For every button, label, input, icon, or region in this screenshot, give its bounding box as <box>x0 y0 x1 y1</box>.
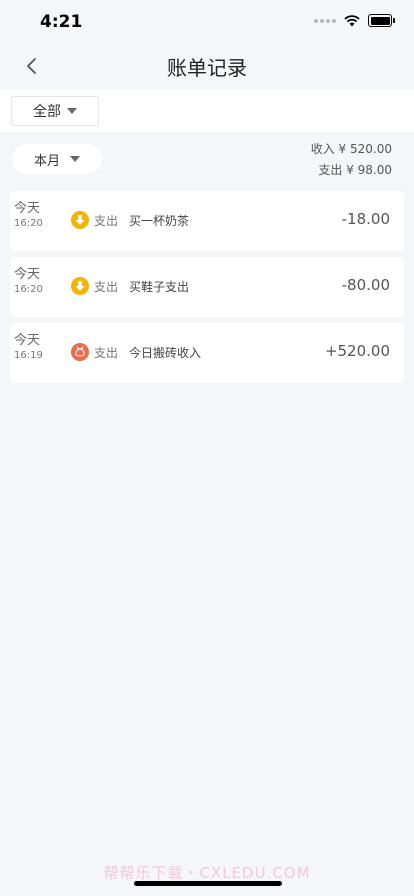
period-filter-dropdown[interactable]: 本月 <box>12 144 102 174</box>
record-item[interactable]: 今天 16:20 支出 买鞋子支出 -80.00 <box>10 257 404 317</box>
record-day: 今天 <box>14 201 41 216</box>
expense-down-arrow-icon <box>71 277 89 295</box>
record-description: 买鞋子支出 <box>129 280 190 294</box>
summary-totals: 收入 ¥ 520.00 支出 ¥ 98.00 <box>311 139 392 181</box>
record-time: 16:20 <box>14 218 43 229</box>
nav-bar: 账单记录 <box>0 44 414 88</box>
dropdown-arrow-icon <box>70 156 80 162</box>
record-description: 买一杯奶茶 <box>129 214 190 228</box>
page-title: 账单记录 <box>167 56 247 80</box>
cellular-signal-icon <box>314 18 336 23</box>
dropdown-arrow-icon <box>67 108 77 114</box>
home-indicator[interactable] <box>134 881 282 886</box>
record-time: 16:20 <box>14 284 43 295</box>
watermark: 帮帮乐下载・CXLEDU.COM <box>103 864 311 882</box>
filter-bar: 全部 <box>0 90 414 132</box>
category-filter-label: 全部 <box>33 104 61 120</box>
record-type: 支出 <box>94 214 119 228</box>
expense-down-arrow-icon <box>71 211 89 229</box>
record-description: 今日搬砖收入 <box>129 346 202 360</box>
record-amount: -80.00 <box>341 276 390 294</box>
record-item[interactable]: 今天 16:19 支出 今日搬砖收入 +520.00 <box>10 323 404 383</box>
record-time: 16:19 <box>14 350 43 361</box>
record-type: 支出 <box>94 280 119 294</box>
record-item[interactable]: 今天 16:20 支出 买一杯奶茶 -18.00 <box>10 191 404 251</box>
expense-total: 支出 ¥ 98.00 <box>318 163 392 177</box>
period-filter-label: 本月 <box>33 153 60 169</box>
income-total: 收入 ¥ 520.00 <box>310 142 392 156</box>
record-day: 今天 <box>14 333 41 348</box>
record-type: 支出 <box>94 346 119 360</box>
income-bag-icon <box>71 343 89 361</box>
status-bar: 4:21 <box>0 0 414 44</box>
wifi-icon <box>344 14 360 26</box>
record-day: 今天 <box>14 267 41 282</box>
record-amount: -18.00 <box>341 210 390 228</box>
battery-icon <box>368 14 395 27</box>
status-time: 4:21 <box>40 12 83 32</box>
category-filter-dropdown[interactable]: 全部 <box>11 96 99 126</box>
record-amount: +520.00 <box>324 342 390 360</box>
status-icons <box>314 14 395 27</box>
